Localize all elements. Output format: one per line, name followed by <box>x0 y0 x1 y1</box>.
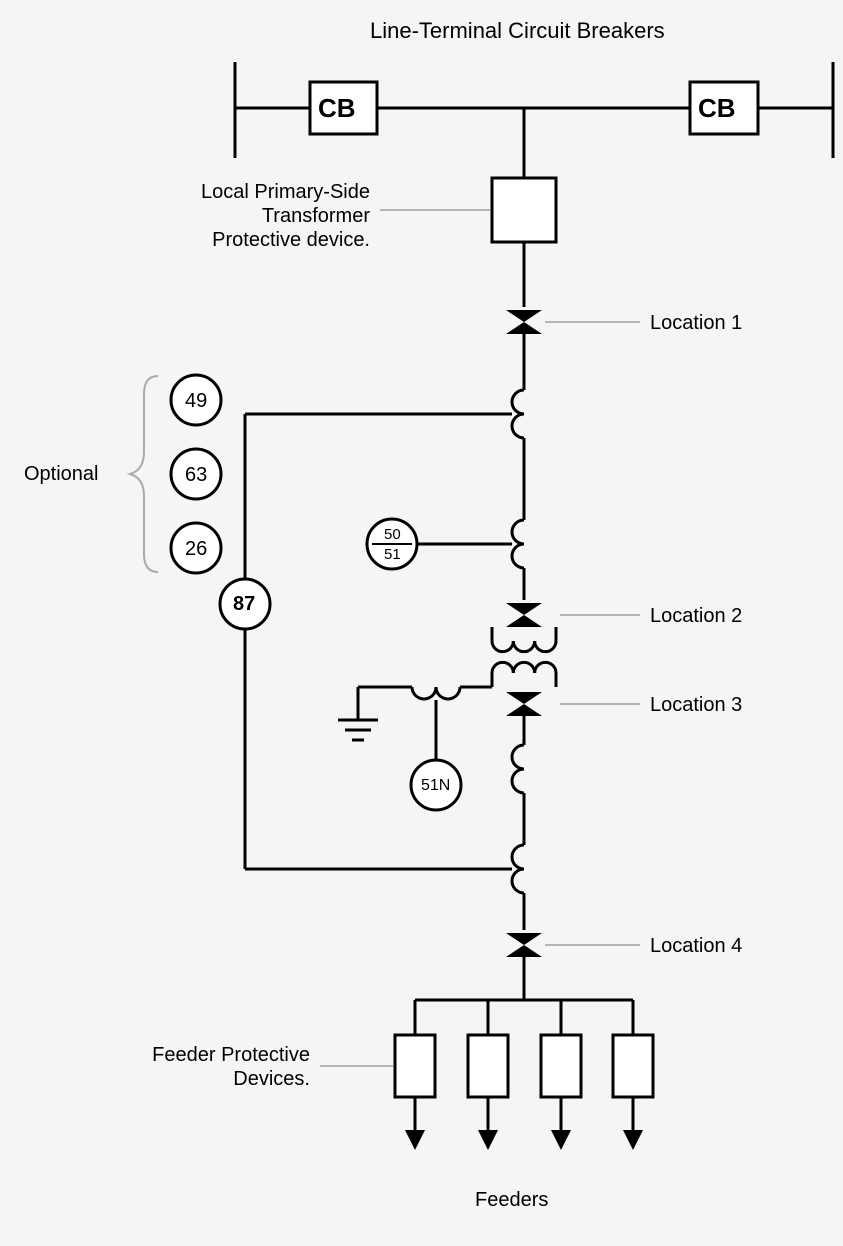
relay-26-text: 26 <box>185 537 207 561</box>
relay-51N-text: 51N <box>421 776 450 795</box>
relay-63-text: 63 <box>185 463 207 487</box>
ct-50-51 <box>512 520 524 568</box>
feeder-protect-label: Feeder Protective Devices. <box>135 1043 310 1091</box>
relay-51-text: 51 <box>384 546 401 564</box>
relay-87-text: 87 <box>233 592 255 616</box>
primary-device-box <box>492 178 556 242</box>
xfmr-secondary-winding <box>492 662 556 687</box>
ct-neutral <box>412 687 460 699</box>
relay-50-text: 50 <box>384 526 401 544</box>
title-label: Line-Terminal Circuit Breakers <box>370 18 665 44</box>
tie-loc4 <box>506 933 542 957</box>
loc1-label: Location 1 <box>650 311 742 335</box>
loc2-label: Location 2 <box>650 604 742 628</box>
ct-secondary-upper <box>512 745 524 793</box>
cb-right-text: CB <box>698 93 736 124</box>
feeders-label: Feeders <box>475 1188 548 1212</box>
ct-primary-87 <box>512 390 524 438</box>
diagram-canvas: Line-Terminal Circuit Breakers CB CB Loc… <box>0 0 843 1246</box>
primary-device-label: Local Primary-Side Transformer Protectiv… <box>145 180 370 252</box>
tie-loc2 <box>506 603 542 627</box>
ground-symbol <box>338 720 378 740</box>
tie-loc3 <box>506 692 542 716</box>
loc3-label: Location 3 <box>650 693 742 717</box>
feeder-group <box>395 1000 653 1150</box>
loc4-label: Location 4 <box>650 934 742 958</box>
xfmr-primary-winding <box>492 627 556 652</box>
tie-loc1 <box>506 310 542 334</box>
ct-secondary-87 <box>512 845 524 893</box>
optional-label: Optional <box>24 462 99 486</box>
cb-left-text: CB <box>318 93 356 124</box>
relay-49-text: 49 <box>185 389 207 413</box>
optional-brace <box>130 376 158 572</box>
leader-lines <box>320 210 640 1066</box>
